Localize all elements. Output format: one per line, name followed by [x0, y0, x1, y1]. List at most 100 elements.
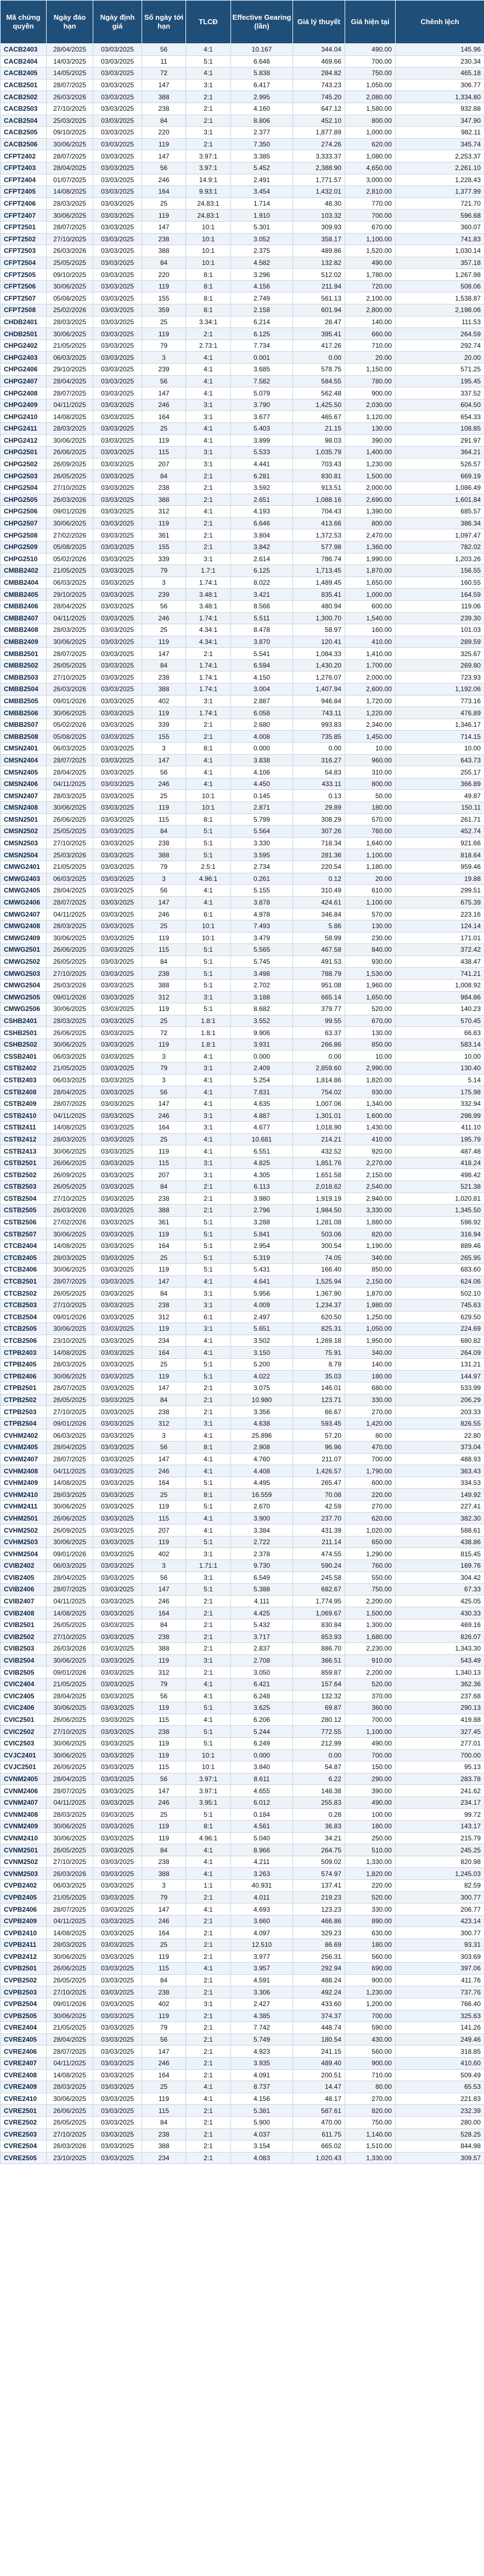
- table-row: CMSN2408 30/06/2025 03/03/2025 119 10:1 2.871…: [0, 801, 484, 814]
- valuation-date-cell: 03/03/2025: [93, 1429, 142, 1442]
- maturity-date-cell: 04/11/2025: [46, 398, 93, 411]
- current-price-cell: 2,200.00: [345, 1595, 396, 1608]
- warrant-code-cell: CHDB2501: [0, 327, 47, 340]
- price-difference-cell: 1,228.43: [395, 173, 484, 187]
- effective-gearing-cell: 3.980: [230, 1192, 293, 1205]
- conversion-ratio-cell: 5:1: [185, 1702, 231, 1714]
- days-to-maturity-cell: 238: [142, 1725, 186, 1738]
- conversion-ratio-cell: 3:1: [185, 1062, 231, 1075]
- conversion-ratio-cell: 4:1: [185, 766, 231, 778]
- effective-gearing-cell: 5.749: [230, 2033, 293, 2046]
- maturity-date-cell: 30/06/2025: [46, 707, 93, 719]
- table-row: CHPG2411 28/03/2025 03/03/2025 25 4:1 5.403 21…: [0, 422, 484, 435]
- conversion-ratio-cell: 4:1: [185, 1690, 231, 1703]
- warrant-code-cell: CVHM2503: [0, 1535, 47, 1549]
- current-price-cell: 130.00: [345, 422, 396, 435]
- warrant-code-cell: CMSN2404: [0, 754, 47, 767]
- theoretical-price-cell: 99.55: [292, 1014, 345, 1027]
- warrant-code-cell: CHDB2401: [0, 315, 47, 329]
- days-to-maturity-cell: 115: [142, 2104, 186, 2117]
- conversion-ratio-cell: 8:1: [185, 813, 231, 826]
- days-to-maturity-cell: 388: [142, 2140, 186, 2153]
- warrant-code-cell: CMBB2504: [0, 683, 47, 696]
- current-price-cell: 2,990.00: [345, 1062, 396, 1075]
- valuation-date-cell: 03/03/2025: [93, 1808, 142, 1821]
- warrant-code-cell: CTPB2503: [0, 1405, 47, 1418]
- price-difference-cell: 245.25: [395, 1844, 484, 1856]
- valuation-date-cell: 03/03/2025: [93, 1038, 142, 1051]
- effective-gearing-cell: 4.582: [230, 256, 293, 269]
- effective-gearing-cell: 6.206: [230, 1713, 293, 1726]
- warrant-code-cell: CACB2501: [0, 78, 47, 92]
- price-difference-cell: 140.23: [395, 1003, 484, 1015]
- effective-gearing-cell: 3.052: [230, 233, 293, 246]
- current-price-cell: 650.00: [345, 1535, 396, 1549]
- days-to-maturity-cell: 119: [142, 1145, 186, 1157]
- valuation-date-cell: 03/03/2025: [93, 1560, 142, 1572]
- valuation-date-cell: 03/03/2025: [93, 718, 142, 731]
- current-price-cell: 1,700.00: [345, 659, 396, 672]
- current-price-cell: 1,540.00: [345, 612, 396, 625]
- table-row: CSTB2502 26/09/2025 03/03/2025 207 3:1 4.305 1…: [0, 1168, 484, 1181]
- theoretical-price-cell: 344.04: [292, 43, 345, 56]
- effective-gearing-cell: 2.614: [230, 552, 293, 566]
- conversion-ratio-cell: 4:1: [185, 1145, 231, 1157]
- table-row: CMSN2503 27/10/2025 03/03/2025 238 5:1 3.330 7…: [0, 837, 484, 850]
- warrant-code-cell: CMSN2401: [0, 742, 47, 755]
- table-row: CHPG2407 28/04/2025 03/03/2025 56 4:1 7.582 58…: [0, 375, 484, 388]
- table-row: CVIC2404 21/05/2025 03/03/2025 79 4:1 6.421 15…: [0, 1677, 484, 1691]
- table-row: CHPG2503 26/05/2025 03/03/2025 84 2:1 6.281 83…: [0, 470, 484, 482]
- days-to-maturity-cell: 84: [142, 659, 186, 672]
- warrant-code-cell: CACB2405: [0, 67, 47, 80]
- days-to-maturity-cell: 246: [142, 612, 186, 625]
- current-price-cell: 760.00: [345, 825, 396, 838]
- effective-gearing-cell: 3.838: [230, 754, 293, 767]
- conversion-ratio-cell: 24.83:1: [185, 209, 231, 222]
- price-difference-cell: 1,346.17: [395, 718, 484, 731]
- conversion-ratio-cell: 14.9:1: [185, 173, 231, 187]
- conversion-ratio-cell: 2:1: [185, 1405, 231, 1418]
- price-difference-cell: 476.89: [395, 707, 484, 719]
- warrant-code-cell: CSTB2410: [0, 1109, 47, 1122]
- valuation-date-cell: 03/03/2025: [93, 1891, 142, 1904]
- warrant-code-cell: CVPB2501: [0, 1962, 47, 1975]
- warrant-code-cell: CVPB2405: [0, 1891, 47, 1904]
- valuation-date-cell: 03/03/2025: [93, 1796, 142, 1809]
- effective-gearing-cell: 6.214: [230, 315, 293, 329]
- table-row: CTPB2502 26/05/2025 03/03/2025 84 2:1 10.980 1…: [0, 1393, 484, 1406]
- days-to-maturity-cell: 119: [142, 1950, 186, 1963]
- valuation-date-cell: 03/03/2025: [93, 1618, 142, 1631]
- price-difference-cell: 119.06: [395, 600, 484, 613]
- days-to-maturity-cell: 119: [142, 931, 186, 945]
- effective-gearing-cell: 5.452: [230, 161, 293, 174]
- days-to-maturity-cell: 79: [142, 1062, 186, 1075]
- table-body: CACB2403 28/04/2025 03/03/2025 56 4:1 10.167 3…: [0, 43, 484, 2165]
- theoretical-price-cell: 578.75: [292, 363, 345, 376]
- valuation-date-cell: 03/03/2025: [93, 789, 142, 802]
- table-row: CMBB2404 06/03/2025 03/03/2025 3 1.74:1 8.022…: [0, 576, 484, 589]
- valuation-date-cell: 03/03/2025: [93, 801, 142, 814]
- maturity-date-cell: 28/04/2025: [46, 2033, 93, 2046]
- valuation-date-cell: 03/03/2025: [93, 2069, 142, 2082]
- current-price-cell: 1,650.00: [345, 576, 396, 589]
- theoretical-price-cell: 1,018.90: [292, 1121, 345, 1134]
- days-to-maturity-cell: 79: [142, 564, 186, 577]
- current-price-cell: 700.00: [345, 2009, 396, 2023]
- theoretical-price-cell: 274.26: [292, 138, 345, 151]
- conversion-ratio-cell: 10:1: [185, 1749, 231, 1762]
- theoretical-price-cell: 584.55: [292, 375, 345, 388]
- valuation-date-cell: 03/03/2025: [93, 1500, 142, 1513]
- conversion-ratio-cell: 4:1: [185, 1334, 231, 1347]
- effective-gearing-cell: 4.693: [230, 1903, 293, 1916]
- current-price-cell: 1,650.00: [345, 991, 396, 1004]
- current-price-cell: 1,500.00: [345, 470, 396, 482]
- theoretical-price-cell: 1,814.86: [292, 1074, 345, 1087]
- effective-gearing-cell: 3.385: [230, 150, 293, 162]
- table-row: CACB2503 27/10/2025 03/03/2025 238 2:1 4.160 6…: [0, 102, 484, 115]
- warrant-code-cell: CMBB2505: [0, 694, 47, 708]
- price-difference-cell: 596.68: [395, 209, 484, 222]
- current-price-cell: 1,180.00: [345, 860, 396, 873]
- conversion-ratio-cell: 4:1: [185, 1844, 231, 1856]
- maturity-date-cell: 06/03/2025: [46, 1560, 93, 1572]
- price-difference-cell: 143.17: [395, 1820, 484, 1833]
